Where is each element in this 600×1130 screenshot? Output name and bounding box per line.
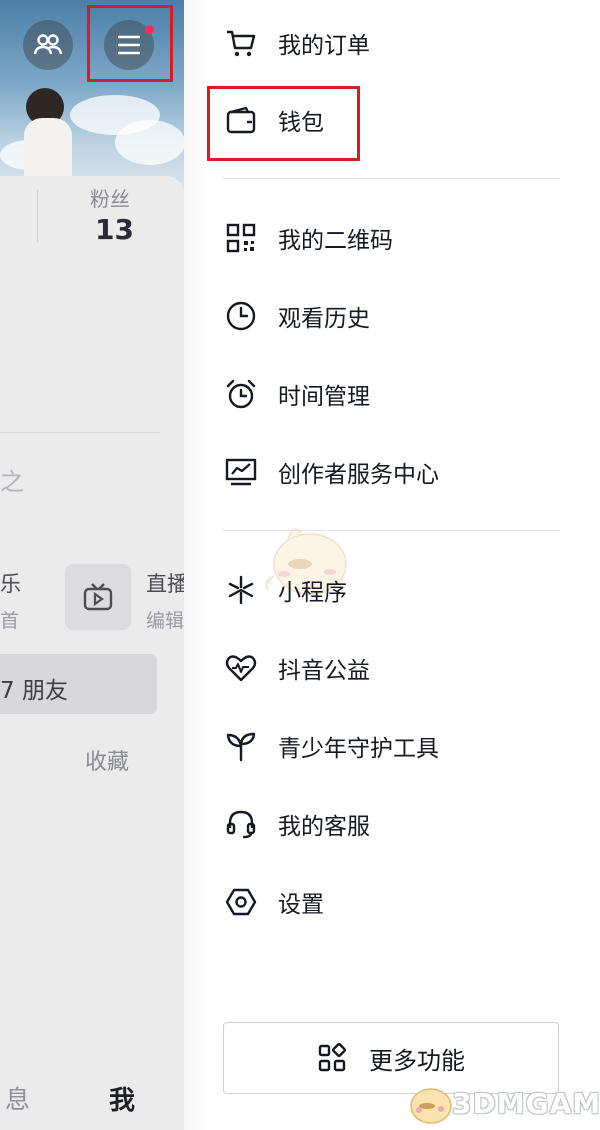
menu-item-label: 我的二维码 — [278, 228, 393, 254]
partial-text: 之 — [0, 468, 24, 496]
card-divider — [0, 432, 160, 433]
cover-figure-body — [24, 118, 72, 180]
cloud-shape — [115, 120, 184, 165]
fans-count[interactable]: 13 — [95, 213, 134, 246]
live-entry-button[interactable] — [65, 564, 131, 630]
profile-page-background: 粉丝 13 之 乐 首 直播 编辑 7 朋友 收藏 息 我 — [0, 0, 184, 1130]
sprout-icon — [224, 729, 258, 763]
menu-item-customer-service[interactable]: 我的客服 — [222, 799, 582, 849]
menu-item-orders[interactable]: 我的订单 — [222, 18, 582, 68]
menu-item-label: 设置 — [278, 892, 324, 918]
profile-card — [0, 176, 184, 1130]
headset-icon — [224, 807, 258, 841]
menu-item-label: 创作者服务中心 — [278, 462, 439, 488]
watermark-text: 3DMGAME — [452, 1087, 600, 1120]
friends-icon — [33, 34, 63, 55]
mini-program-icon — [224, 573, 258, 607]
more-features-button[interactable]: 更多功能 — [223, 1022, 559, 1094]
menu-item-youth-protection[interactable]: 青少年守护工具 — [222, 721, 582, 771]
menu-item-charity[interactable]: 抖音公益 — [222, 643, 582, 693]
clock-icon — [224, 299, 258, 333]
nav-messages[interactable]: 息 — [5, 1080, 30, 1116]
qrcode-icon — [224, 221, 258, 255]
menu-item-watch-history[interactable]: 观看历史 — [222, 291, 582, 341]
music-entry-subtitle: 首 — [0, 610, 20, 632]
watermark-logo-mascot — [410, 1088, 452, 1124]
drawer-edge-shadow — [184, 0, 210, 1130]
menu-item-mini-programs[interactable]: 小程序 — [222, 565, 582, 615]
live-entry-title[interactable]: 直播 — [146, 568, 184, 598]
menu-item-label: 我的订单 — [278, 33, 370, 59]
menu-item-label: 时间管理 — [278, 384, 370, 410]
fans-label: 粉丝 — [90, 187, 130, 211]
menu-item-qrcode[interactable]: 我的二维码 — [222, 213, 582, 263]
menu-item-time-management[interactable]: 时间管理 — [222, 369, 582, 419]
menu-item-settings[interactable]: 设置 — [222, 877, 582, 927]
friends-button[interactable] — [23, 20, 73, 70]
chart-monitor-icon — [224, 455, 258, 489]
highlight-box-menu — [87, 5, 173, 82]
nav-me[interactable]: 我 — [109, 1080, 135, 1117]
tab-favorites[interactable]: 收藏 — [85, 744, 129, 776]
menu-item-label: 抖音公益 — [278, 658, 370, 684]
music-entry-title[interactable]: 乐 — [0, 568, 21, 598]
menu-item-label: 我的客服 — [278, 814, 370, 840]
more-features-label: 更多功能 — [369, 1046, 465, 1075]
friends-banner-text: 7 朋友 — [0, 678, 68, 704]
live-entry-subtitle: 编辑 — [146, 610, 184, 632]
menu-divider — [222, 178, 560, 179]
grid-apps-icon — [317, 1043, 347, 1073]
stat-divider — [37, 190, 38, 242]
menu-item-label: 观看历史 — [278, 306, 370, 332]
tv-play-icon — [83, 583, 113, 611]
menu-item-creator-center[interactable]: 创作者服务中心 — [222, 447, 582, 497]
cart-icon — [224, 26, 258, 60]
menu-item-label: 小程序 — [278, 580, 347, 606]
menu-item-label: 青少年守护工具 — [278, 736, 439, 762]
alarm-clock-icon — [224, 377, 258, 411]
hexagon-settings-icon — [224, 885, 258, 919]
highlight-box-wallet — [207, 86, 360, 161]
heart-wave-icon — [224, 651, 258, 685]
